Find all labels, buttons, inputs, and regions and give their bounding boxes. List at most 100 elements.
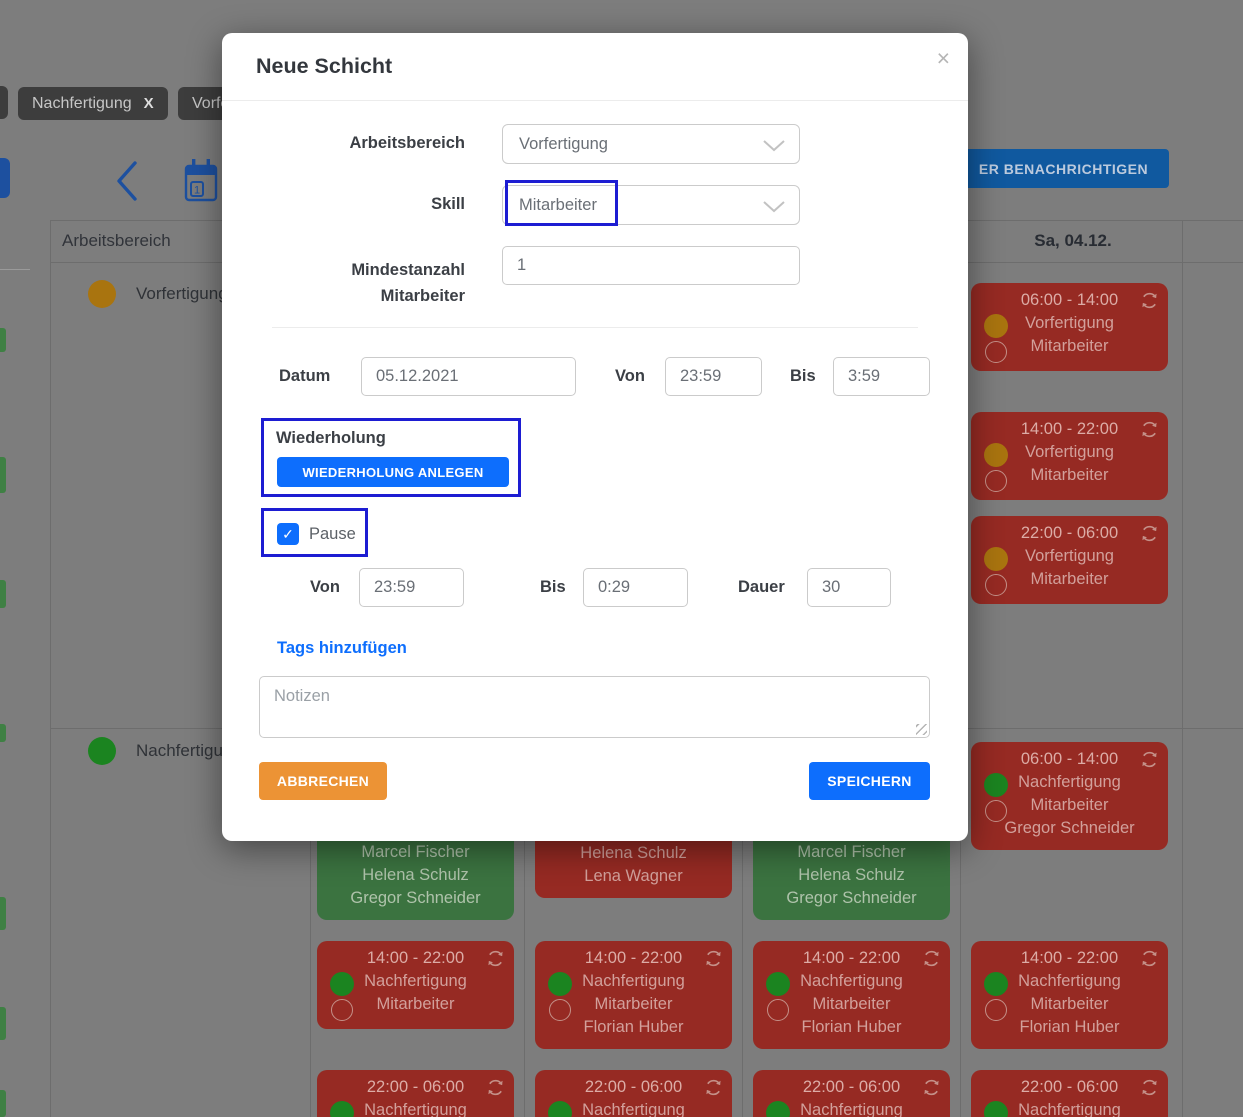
- modal-title: Neue Schicht: [256, 54, 392, 79]
- clipped-card-fragment: [0, 580, 6, 608]
- skill-select[interactable]: Mitarbeiter: [502, 185, 800, 225]
- chip-label: Nachfertigung: [32, 95, 132, 113]
- skill-label: Skill: [265, 195, 465, 214]
- svg-text:1: 1: [194, 185, 200, 197]
- shift-card[interactable]: 14:00 - 22:00 Nachfertigung Mitarbeiter: [317, 941, 514, 1029]
- pause-bis-label: Bis: [540, 578, 566, 597]
- modal-section-divider: [272, 327, 918, 328]
- assignee-ring: [331, 999, 353, 1021]
- shift-card[interactable]: 14:00 - 22:00 Nachfertigung Mitarbeiter …: [971, 941, 1168, 1049]
- clipped-card-fragment: [0, 724, 6, 742]
- repeat-icon: [1139, 948, 1160, 969]
- arbeitsbereich-label: Arbeitsbereich: [265, 134, 465, 153]
- shift-card[interactable]: 06:00 - 14:00 Vorfertigung Mitarbeiter: [971, 283, 1168, 371]
- clipped-card-fragment: [0, 897, 6, 930]
- arbeitsbereich-select[interactable]: Vorfertigung: [502, 124, 800, 164]
- clipped-card-fragment: [0, 457, 6, 493]
- mindestanzahl-label: Mindestanzahl Mitarbeiter: [265, 257, 465, 309]
- modal-header-divider: [222, 100, 968, 101]
- edge-card-border: [0, 269, 30, 270]
- check-icon: ✓: [282, 526, 294, 543]
- area-dot: [330, 972, 354, 996]
- clipped-card-fragment: [0, 1090, 6, 1117]
- row-label-nachfertigung: Nachfertigung: [88, 737, 242, 765]
- area-dot: [984, 773, 1008, 797]
- repeat-icon: [1139, 523, 1160, 544]
- pause-label: Pause: [309, 525, 356, 544]
- assignee-ring: [985, 470, 1007, 492]
- toolbar-partial-button[interactable]: [0, 158, 10, 198]
- shift-card[interactable]: 22:00 - 06:00 Nachfertigung: [753, 1070, 950, 1117]
- pause-checkbox[interactable]: ✓: [277, 523, 299, 545]
- area-color-dot: [88, 280, 116, 308]
- notify-employees-button[interactable]: ER BENACHRICHTIGEN: [958, 149, 1169, 188]
- column-border: [1182, 220, 1183, 1117]
- assignee-ring: [767, 999, 789, 1021]
- assignee-ring: [985, 800, 1007, 822]
- chevron-down-icon: [762, 200, 786, 213]
- area-dot: [984, 443, 1008, 467]
- notizen-textarea[interactable]: [259, 676, 930, 738]
- pause-von-input[interactable]: [359, 568, 464, 607]
- shift-card[interactable]: 14:00 - 22:00 Nachfertigung Mitarbeiter …: [535, 941, 732, 1049]
- table-left-border: [50, 220, 51, 1117]
- filter-chip-nachfertigung[interactable]: Nachfertigung X: [18, 87, 168, 120]
- repeat-icon: [703, 1077, 724, 1098]
- clipped-card-fragment: [0, 1007, 6, 1040]
- wiederholung-heading: Wiederholung: [276, 429, 386, 448]
- area-dot: [984, 547, 1008, 571]
- abbrechen-button[interactable]: ABBRECHEN: [259, 762, 387, 800]
- pause-von-label: Von: [310, 578, 340, 597]
- chevron-down-icon: [762, 139, 786, 152]
- pause-dauer-input[interactable]: [807, 568, 891, 607]
- repeat-icon: [1139, 290, 1160, 311]
- von-label: Von: [615, 367, 645, 386]
- assignee-ring: [549, 999, 571, 1021]
- mindestanzahl-input[interactable]: [502, 246, 800, 285]
- clipped-card-fragment: [0, 328, 6, 352]
- filter-chip-partial[interactable]: [0, 86, 8, 119]
- area-dot: [984, 314, 1008, 338]
- area-dot: [766, 972, 790, 996]
- shift-card[interactable]: 14:00 - 22:00 Nachfertigung Mitarbeiter …: [753, 941, 950, 1049]
- column-header-arbeitsbereich: Arbeitsbereich: [62, 231, 171, 251]
- assignee-ring: [985, 999, 1007, 1021]
- pause-dauer-label: Dauer: [738, 578, 785, 597]
- area-color-dot: [88, 737, 116, 765]
- repeat-icon: [485, 948, 506, 969]
- area-dot: [548, 972, 572, 996]
- shift-card[interactable]: 22:00 - 06:00 Vorfertigung Mitarbeiter: [971, 516, 1168, 604]
- shift-card[interactable]: 22:00 - 06:00 Nachfertigung: [535, 1070, 732, 1117]
- assignee-ring: [985, 574, 1007, 596]
- repeat-icon: [703, 948, 724, 969]
- speichern-button[interactable]: SPEICHERN: [809, 762, 930, 800]
- previous-week-button[interactable]: [112, 160, 142, 207]
- close-icon[interactable]: ×: [937, 45, 950, 72]
- repeat-icon: [1139, 749, 1160, 770]
- new-shift-modal: Neue Schicht × Arbeitsbereich Vorfertigu…: [222, 33, 968, 841]
- chevron-left-icon: [112, 160, 142, 202]
- datum-input[interactable]: [361, 357, 576, 396]
- wiederholung-anlegen-button[interactable]: WIEDERHOLUNG ANLEGEN: [277, 457, 509, 487]
- row-label-vorfertigung: Vorfertigung: [88, 280, 228, 308]
- shift-card[interactable]: 22:00 - 06:00 Nachfertigung: [971, 1070, 1168, 1117]
- bis-label: Bis: [790, 367, 816, 386]
- repeat-icon: [921, 948, 942, 969]
- calendar-picker-button[interactable]: 1: [184, 158, 218, 202]
- von-input[interactable]: [665, 357, 762, 396]
- pause-bis-input[interactable]: [583, 568, 688, 607]
- shift-card[interactable]: 22:00 - 06:00 Nachfertigung: [317, 1070, 514, 1117]
- repeat-icon: [485, 1077, 506, 1098]
- bis-input[interactable]: [833, 357, 930, 396]
- area-dot: [984, 972, 1008, 996]
- shift-card[interactable]: 14:00 - 22:00 Vorfertigung Mitarbeiter: [971, 412, 1168, 500]
- column-header-saturday: Sa, 04.12.: [964, 231, 1182, 251]
- datum-label: Datum: [279, 367, 330, 386]
- repeat-icon: [1139, 419, 1160, 440]
- assignee-ring: [985, 341, 1007, 363]
- shift-card[interactable]: 06:00 - 14:00 Nachfertigung Mitarbeiter …: [971, 742, 1168, 850]
- chip-remove-icon[interactable]: X: [144, 95, 154, 112]
- repeat-icon: [1139, 1077, 1160, 1098]
- tags-hinzufuegen-link[interactable]: Tags hinzufügen: [277, 639, 407, 658]
- calendar-icon: 1: [184, 158, 218, 202]
